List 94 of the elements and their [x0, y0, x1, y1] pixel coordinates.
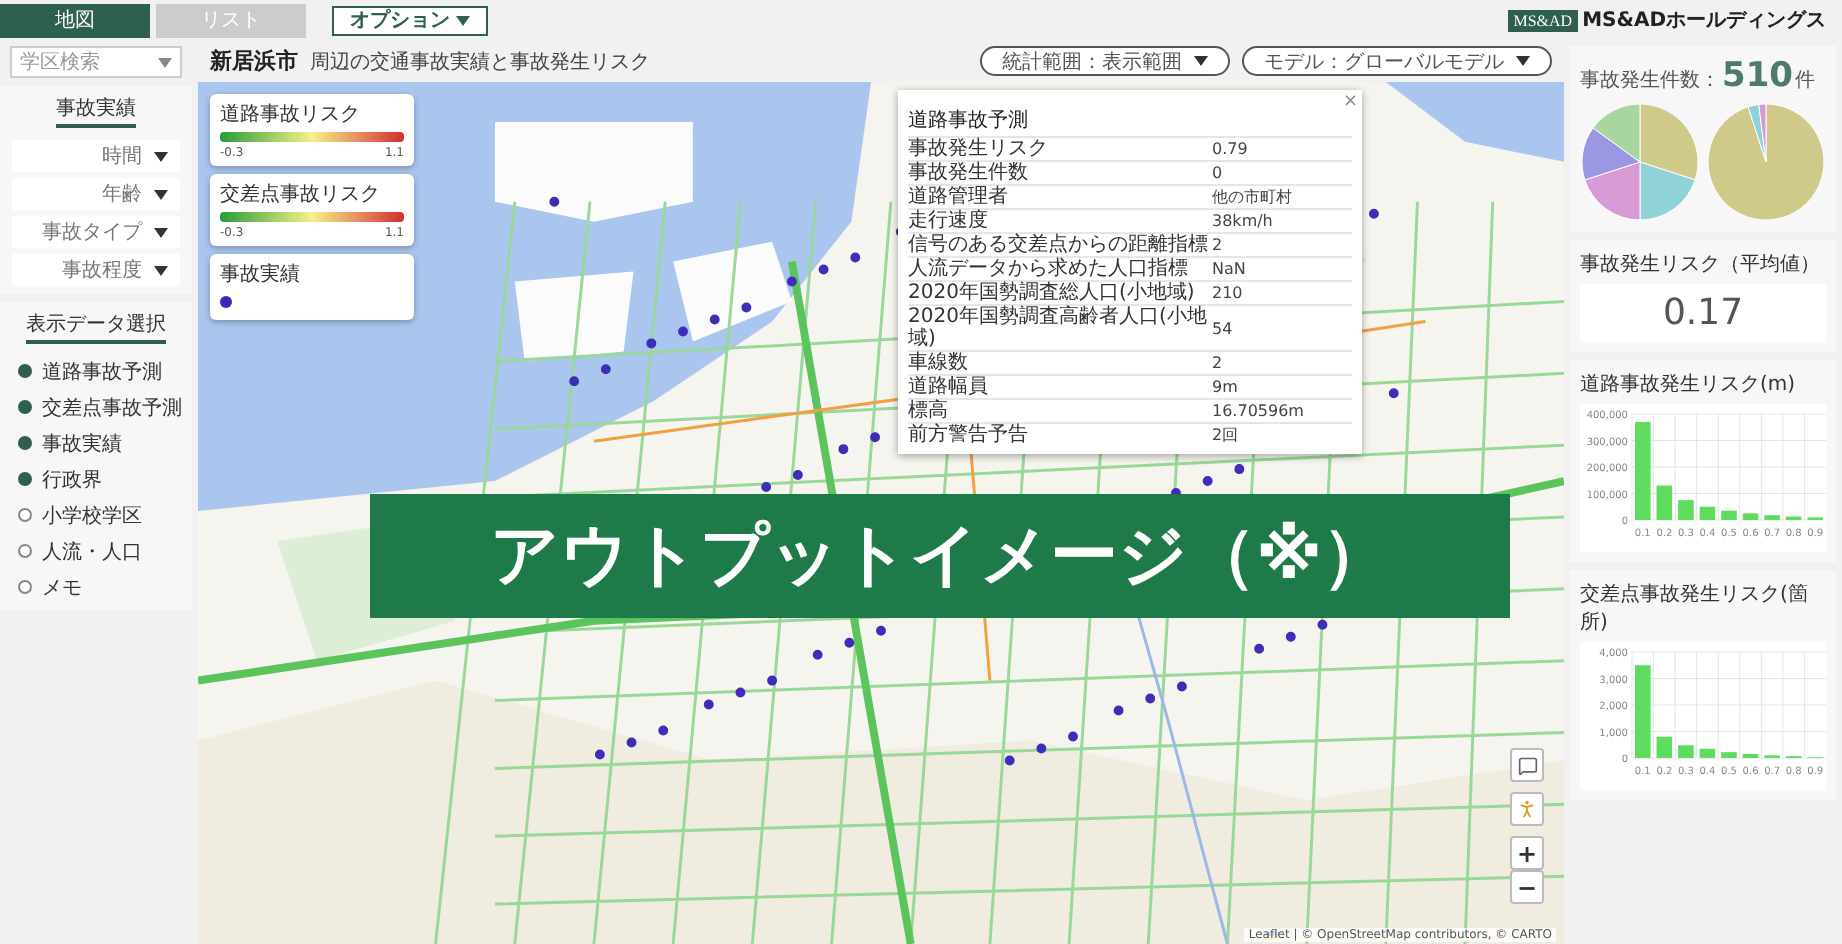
layer-label[interactable]: 人流・人口	[42, 537, 142, 565]
property-value: 210	[1212, 284, 1245, 302]
page-subtitle: 周辺の交通事故実績と事故発生リスク	[310, 49, 650, 75]
legend-title: 道路事故リスク	[220, 101, 362, 128]
bar	[1699, 748, 1716, 758]
toggle-dot[interactable]	[18, 472, 32, 486]
property-label: 道路幅員	[908, 376, 990, 398]
selector-dropdown[interactable]: モデル：グローバルモデル	[1242, 46, 1552, 76]
bar	[1699, 506, 1716, 520]
options-button[interactable]: オプション	[332, 5, 488, 35]
bar	[1635, 665, 1651, 758]
caret-icon	[154, 189, 168, 199]
bar	[1678, 745, 1694, 758]
caret-icon	[1516, 56, 1530, 66]
property-value: NaN	[1212, 260, 1248, 278]
layer-label[interactable]: 交差点事故予測	[42, 393, 182, 421]
property-label: 信号のある交差点からの距離指標	[908, 234, 1210, 256]
filter-dropdown[interactable]: 年齢	[12, 178, 180, 210]
caret-icon	[1194, 56, 1208, 66]
property-value: 0	[1212, 164, 1225, 182]
caret-icon	[154, 265, 168, 275]
legend-title: 交差点事故リスク	[220, 181, 382, 208]
layer-label[interactable]: 道路事故予測	[42, 357, 162, 385]
property-label: 2020年国勢調査総人口(小地域)	[908, 282, 1197, 304]
property-label: 2020年国勢調査高齢者人口(小地域)	[908, 306, 1209, 350]
zoom-out-button[interactable]: −	[1510, 870, 1544, 904]
toggle-dot[interactable]	[18, 580, 32, 594]
bar	[1721, 510, 1737, 520]
bar	[1656, 485, 1673, 520]
layer-label[interactable]: 小学校学区	[42, 501, 142, 529]
property-label: 標高	[908, 400, 950, 422]
chart-title: 交差点事故発生リスク(箇所)	[1580, 581, 1810, 636]
chart-title: 道路事故発生リスク(m)	[1580, 371, 1798, 398]
tab[interactable]: 地図	[0, 3, 150, 37]
property-value: 2回	[1212, 424, 1241, 446]
popup-title: 道路事故予測	[908, 107, 1028, 134]
card-title: 事故発生リスク（平均値）	[1580, 251, 1822, 278]
section-title: 事故実績	[56, 94, 136, 128]
caret-icon	[158, 58, 172, 68]
toggle-dot[interactable]	[18, 436, 32, 450]
bar	[1721, 752, 1737, 758]
toggle-dot[interactable]	[18, 508, 32, 522]
logo-mark: MS&AD	[1507, 9, 1579, 31]
pie-chart-drawing	[1706, 102, 1826, 222]
risk-value: 0.17	[1662, 292, 1744, 334]
property-value: 16.70596m	[1212, 402, 1306, 420]
toggle-dot[interactable]	[18, 544, 32, 558]
caret-icon	[154, 227, 168, 237]
caret-icon	[456, 15, 470, 25]
property-label: 走行速度	[908, 210, 990, 232]
toggle-dot[interactable]	[18, 364, 32, 378]
comment-button[interactable]	[1510, 748, 1544, 782]
marker-dot-icon	[220, 296, 232, 308]
filter-dropdown[interactable]: 事故タイプ	[12, 216, 180, 248]
bar	[1742, 513, 1759, 520]
layer-label[interactable]: メモ	[42, 573, 82, 601]
property-value: 38km/h	[1212, 212, 1275, 230]
bar	[1764, 515, 1780, 520]
layer-label[interactable]: 事故実績	[42, 429, 122, 457]
bar	[1635, 421, 1651, 520]
property-label: 人流データから求めた人口指標	[908, 258, 1190, 280]
toggle-dot[interactable]	[18, 400, 32, 414]
property-value: 2	[1212, 236, 1225, 254]
zoom-in-button[interactable]: +	[1510, 836, 1544, 870]
filter-dropdown[interactable]: 時間	[12, 140, 180, 172]
caret-icon	[154, 151, 168, 161]
property-label: 事故発生件数	[908, 162, 1030, 184]
search-field[interactable]: 学区検索	[10, 46, 182, 78]
banner-text: アウトプットイメージ（※）	[489, 514, 1391, 600]
count-unit: 件	[1795, 68, 1815, 94]
layer-label[interactable]: 行政界	[42, 465, 102, 493]
legend-title: 事故実績	[220, 261, 302, 288]
count-label: 事故発生件数：	[1580, 67, 1720, 94]
filter-dropdown[interactable]: 事故程度	[12, 254, 180, 286]
section-title: 表示データ選択	[26, 310, 166, 344]
close-button[interactable]: ×	[1342, 92, 1358, 112]
count-value: 510	[1722, 56, 1793, 96]
property-label: 車線数	[908, 352, 970, 374]
property-value: 2	[1212, 354, 1225, 372]
city-title: 新居浜市	[210, 46, 298, 76]
property-value: 0.79	[1212, 140, 1250, 158]
property-label: 前方警告予告	[908, 424, 1030, 446]
company-name: MS&ADホールディングス	[1582, 8, 1826, 34]
pie-chart-drawing	[1580, 102, 1700, 222]
comment-icon	[1517, 755, 1537, 775]
property-value: 54	[1212, 319, 1235, 337]
property-value: 他の市町村	[1212, 186, 1294, 208]
selector-dropdown[interactable]: 統計範囲：表示範囲	[980, 46, 1230, 76]
bar	[1656, 736, 1673, 758]
property-label: 道路管理者	[908, 186, 1010, 208]
person-icon	[1516, 798, 1538, 820]
property-label: 事故発生リスク	[908, 138, 1050, 160]
property-value: 9m	[1212, 378, 1240, 396]
bar	[1678, 500, 1694, 520]
